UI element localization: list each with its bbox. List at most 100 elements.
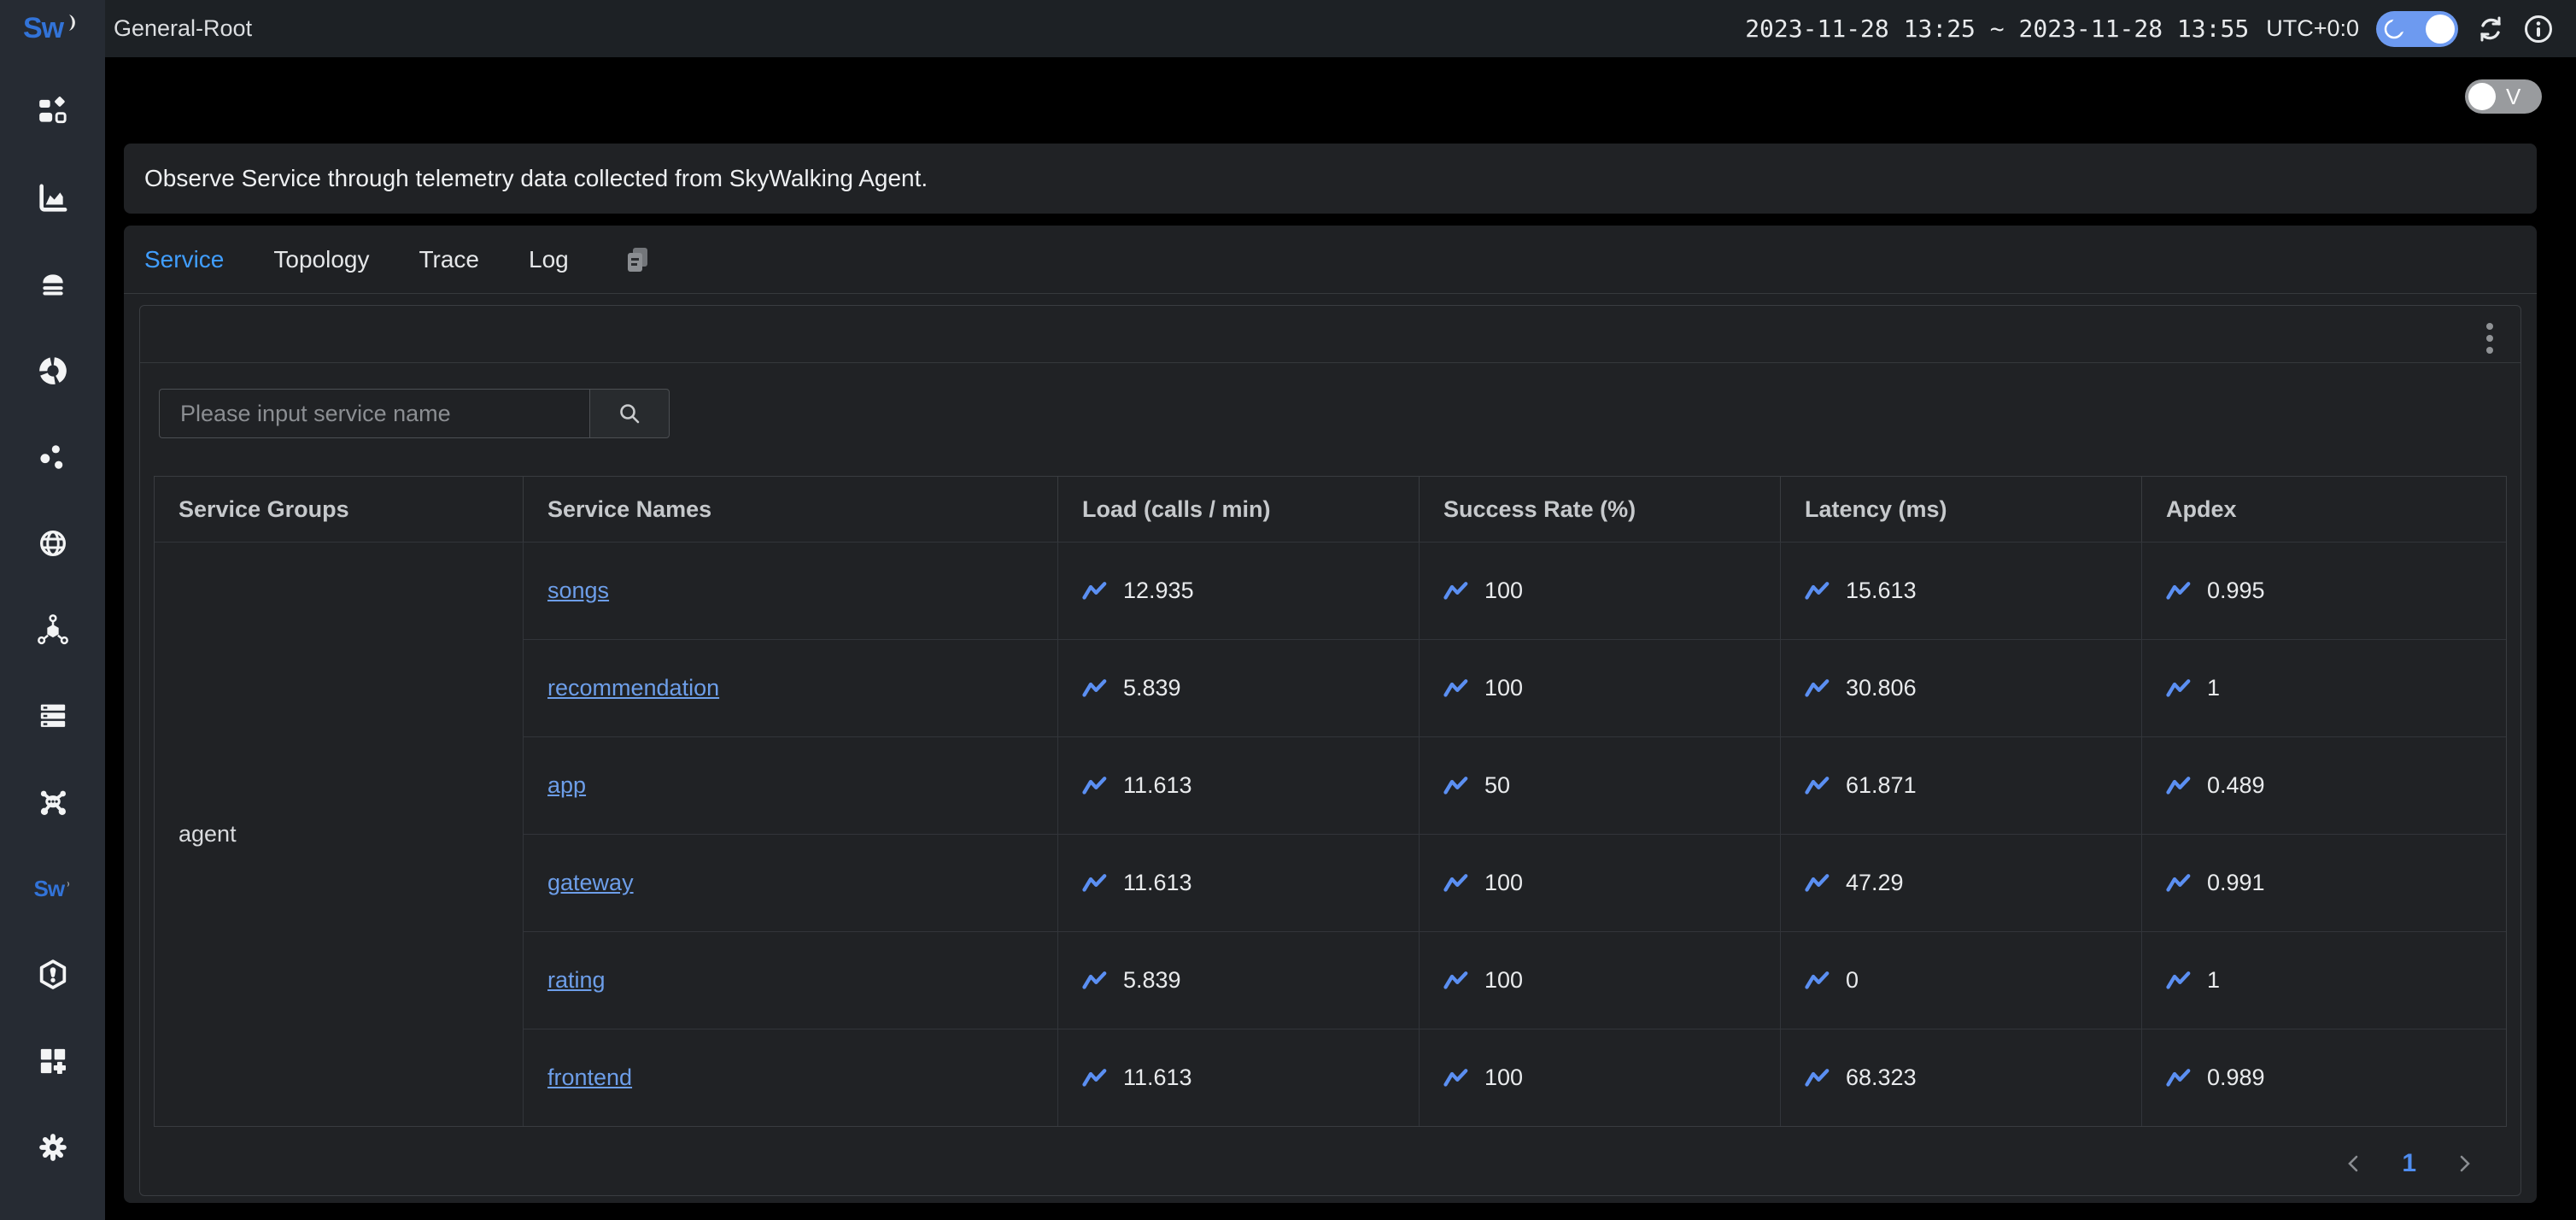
trend-chart-icon[interactable] <box>1082 580 1108 602</box>
service-link[interactable]: gateway <box>547 870 634 896</box>
mesh-node-icon[interactable] <box>34 783 72 821</box>
trend-chart-icon[interactable] <box>2166 872 2192 894</box>
trend-chart-icon[interactable] <box>1443 1067 1469 1089</box>
trend-chart-icon[interactable] <box>1805 1067 1830 1089</box>
success-rate-value: 100 <box>1484 967 1523 994</box>
view-mode-toggle[interactable]: V <box>2465 79 2542 114</box>
service-link[interactable]: recommendation <box>547 675 719 701</box>
panel-header <box>140 306 2520 363</box>
col-success-rate: Success Rate (%) <box>1420 477 1781 542</box>
trend-chart-icon[interactable] <box>1443 677 1469 700</box>
server-list-icon[interactable] <box>34 697 72 735</box>
main-content: V Observe Service through telemetry data… <box>105 57 2576 1220</box>
trend-chart-icon[interactable] <box>2166 677 2192 700</box>
scatter-dots-icon[interactable] <box>34 438 72 476</box>
trend-chart-icon[interactable] <box>1082 677 1108 700</box>
trend-chart-icon[interactable] <box>1805 775 1830 797</box>
trend-chart-icon[interactable] <box>1805 872 1830 894</box>
col-apdex: Apdex <box>2142 477 2506 542</box>
load-cell: 5.839 <box>1058 931 1420 1029</box>
service-name-cell: frontend <box>524 1029 1058 1126</box>
pagination: 1 <box>154 1149 2507 1178</box>
latency-value: 68.323 <box>1846 1065 1917 1091</box>
apdex-cell: 0.989 <box>2142 1029 2506 1126</box>
trend-chart-icon[interactable] <box>2166 775 2192 797</box>
tab-service[interactable]: Service <box>144 246 224 273</box>
trend-chart-icon[interactable] <box>1082 1067 1108 1089</box>
trend-chart-icon[interactable] <box>2166 1067 2192 1089</box>
skywalking-logo-icon[interactable]: Sw <box>34 870 72 907</box>
dashboard-toolbar: V <box>105 57 2576 137</box>
cube-network-icon[interactable] <box>34 611 72 648</box>
latency-value: 47.29 <box>1846 870 1904 896</box>
load-cell: 12.935 <box>1058 542 1420 639</box>
apdex-value: 1 <box>2207 675 2220 701</box>
trend-chart-icon[interactable] <box>1805 580 1830 602</box>
info-icon[interactable] <box>2523 14 2554 44</box>
latency-cell: 68.323 <box>1781 1029 2142 1126</box>
donut-chart-icon[interactable] <box>34 352 72 390</box>
latency-value: 61.871 <box>1846 772 1917 799</box>
layer-stack-icon[interactable] <box>34 266 72 303</box>
service-link[interactable]: rating <box>547 967 606 994</box>
chevron-right-icon[interactable] <box>2452 1152 2476 1176</box>
trend-chart-icon[interactable] <box>2166 580 2192 602</box>
latency-value: 0 <box>1846 967 1859 994</box>
trend-chart-icon[interactable] <box>1443 970 1469 992</box>
load-value: 11.613 <box>1123 772 1192 799</box>
success-rate-value: 100 <box>1484 675 1523 701</box>
logo-crescent-icon <box>65 14 82 32</box>
moon-icon <box>2383 17 2407 41</box>
settings-gear-icon[interactable] <box>34 1129 72 1166</box>
service-link[interactable]: app <box>547 772 586 799</box>
success-rate-value: 100 <box>1484 578 1523 604</box>
load-value: 5.839 <box>1123 675 1181 701</box>
load-value: 11.613 <box>1123 870 1192 896</box>
trend-chart-icon[interactable] <box>2166 970 2192 992</box>
apdex-value: 1 <box>2207 967 2220 994</box>
page-number[interactable]: 1 <box>2402 1149 2416 1178</box>
trend-chart-icon[interactable] <box>1443 580 1469 602</box>
latency-cell: 15.613 <box>1781 542 2142 639</box>
time-range-picker[interactable]: 2023-11-28 13:25 ~ 2023-11-28 13:55 <box>1745 15 2249 43</box>
success-rate-cell: 100 <box>1420 931 1781 1029</box>
trend-chart-icon[interactable] <box>1805 677 1830 700</box>
description-banner: Observe Service through telemetry data c… <box>124 144 2537 214</box>
alert-hexagon-icon[interactable] <box>34 956 72 994</box>
apdex-value: 0.489 <box>2207 772 2265 799</box>
load-cell: 11.613 <box>1058 736 1420 834</box>
refresh-icon[interactable] <box>2475 14 2506 44</box>
trend-chart-icon[interactable] <box>1082 775 1108 797</box>
kebab-menu-icon[interactable] <box>2481 318 2498 359</box>
tab-bar: Service Topology Trace Log <box>124 226 2537 294</box>
trend-chart-icon[interactable] <box>1443 775 1469 797</box>
globe-icon[interactable] <box>34 525 72 562</box>
trend-chart-icon[interactable] <box>1082 872 1108 894</box>
trend-chart-icon[interactable] <box>1082 970 1108 992</box>
service-name-cell: rating <box>524 931 1058 1029</box>
marketplace-grid-icon[interactable] <box>34 93 72 131</box>
latency-cell: 47.29 <box>1781 834 2142 931</box>
documents-icon[interactable] <box>624 245 653 274</box>
load-value: 5.839 <box>1123 967 1181 994</box>
tab-log[interactable]: Log <box>529 246 569 273</box>
tab-topology[interactable]: Topology <box>273 246 369 273</box>
service-group-cell: agent <box>155 542 524 1126</box>
service-name-cell: app <box>524 736 1058 834</box>
load-cell: 11.613 <box>1058 834 1420 931</box>
service-link[interactable]: frontend <box>547 1065 632 1091</box>
dark-mode-toggle[interactable] <box>2376 11 2458 47</box>
search-button[interactable] <box>589 389 670 438</box>
service-link[interactable]: songs <box>547 578 609 604</box>
chevron-left-icon[interactable] <box>2342 1152 2366 1176</box>
apdex-value: 0.995 <box>2207 578 2265 604</box>
trend-chart-icon[interactable] <box>1443 872 1469 894</box>
trend-chart-icon[interactable] <box>1805 970 1830 992</box>
tab-trace[interactable]: Trace <box>419 246 479 273</box>
load-value: 12.935 <box>1123 578 1194 604</box>
latency-cell: 61.871 <box>1781 736 2142 834</box>
dashboard-new-icon[interactable] <box>34 1042 72 1080</box>
bar-chart-icon[interactable] <box>34 179 72 217</box>
app-logo[interactable]: Sw <box>0 0 105 57</box>
search-input[interactable] <box>159 389 589 438</box>
